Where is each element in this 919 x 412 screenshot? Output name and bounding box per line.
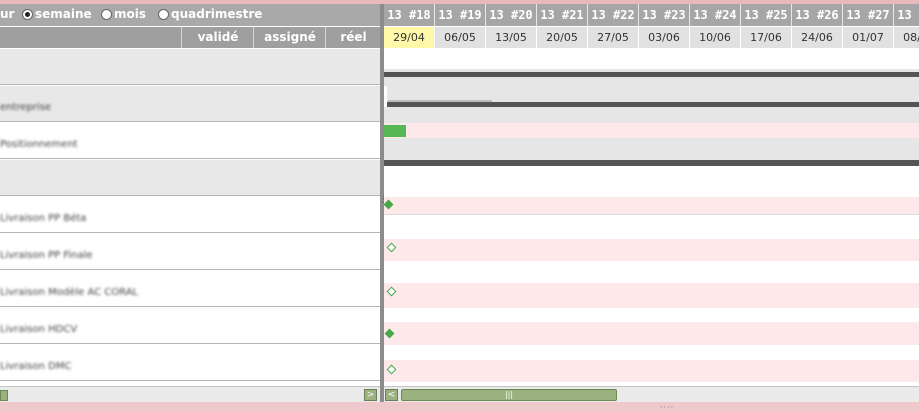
resize-handle-icon[interactable]: ···· — [660, 403, 674, 412]
week-label: 13 #19 — [435, 4, 486, 26]
gantt-row — [384, 234, 919, 271]
task-label: Positionnement — [0, 139, 78, 150]
radio-month[interactable] — [101, 8, 112, 20]
gantt-row — [384, 271, 919, 308]
radio-quadrimester[interactable] — [158, 8, 169, 20]
date-label: 10/06 — [690, 27, 741, 48]
week-label: 13 #27 — [843, 4, 894, 26]
left-scroll-thumb[interactable] — [0, 390, 8, 401]
task-row[interactable]: Livraison HDCV — [0, 308, 380, 344]
gantt-row — [384, 345, 919, 382]
date-label: 13/05 — [486, 27, 537, 48]
task-row[interactable]: entreprise — [0, 86, 380, 122]
gantt-row — [384, 197, 919, 235]
task-row[interactable]: Positionnement — [0, 123, 380, 159]
date-label: 03/06 — [639, 27, 690, 48]
date-label: 01/07 — [843, 27, 894, 48]
left-scroll-right-button[interactable]: > — [364, 389, 377, 401]
date-label: 24/06 — [792, 27, 843, 48]
summary-bar[interactable] — [384, 72, 919, 77]
task-row[interactable]: Livraison PP Béta — [0, 197, 380, 233]
task-row[interactable] — [0, 160, 380, 196]
gantt-row — [384, 308, 919, 345]
date-label: 20/05 — [537, 27, 588, 48]
task-bar[interactable] — [384, 125, 406, 137]
date-label: 27/05 — [588, 27, 639, 48]
week-label: 13 #24 — [690, 4, 741, 26]
date-label: 08/07 — [894, 27, 919, 48]
gantt-row — [384, 86, 919, 123]
week-label: 13 #20 — [486, 4, 537, 26]
task-row[interactable]: Livraison Modèle AC CORAL — [0, 271, 380, 307]
task-label: Livraison Modèle AC CORAL — [0, 287, 139, 298]
week-label: 13 #28 — [894, 4, 919, 26]
date-label-today: 29/04 — [384, 27, 435, 48]
left-horizontal-scrollbar[interactable]: > — [0, 386, 380, 402]
column-header-actual[interactable]: réel — [325, 27, 380, 48]
task-row[interactable]: Livraison DMC — [0, 345, 380, 381]
column-header-assigned[interactable]: assigné — [253, 27, 326, 48]
week-label: 13 #22 — [588, 4, 639, 26]
task-label: Livraison PP Béta — [0, 213, 87, 224]
week-label: 13 #26 — [792, 4, 843, 26]
week-label: 13 #18 — [384, 4, 435, 26]
week-label: 13 #23 — [639, 4, 690, 26]
week-label: 13 #25 — [741, 4, 792, 26]
date-label: 06/05 — [435, 27, 486, 48]
date-header: 29/04 06/05 13/05 20/05 27/05 03/06 10/0… — [384, 27, 919, 48]
gantt-row — [384, 123, 919, 160]
task-row[interactable] — [0, 49, 380, 85]
scale-option-quadrimester[interactable]: quadrimestre — [158, 7, 262, 21]
week-label: 13 #21 — [537, 4, 588, 26]
scale-option-month[interactable]: mois — [101, 7, 146, 21]
task-list-pane: ur semaine mois quadrimestre validé assi… — [0, 4, 380, 402]
summary-bar[interactable] — [384, 160, 919, 166]
column-header-validated[interactable]: validé — [181, 27, 254, 48]
scale-option-week[interactable]: semaine — [22, 7, 92, 21]
scale-partial-label: ur — [0, 7, 15, 21]
gantt-row — [384, 49, 919, 86]
task-label: Livraison PP Finale — [0, 250, 93, 261]
gantt-horizontal-scrollbar[interactable]: < ||| — [384, 386, 919, 402]
gantt-row — [384, 160, 919, 197]
task-column-headers: validé assigné réel — [0, 27, 380, 48]
scale-selector: ur semaine mois quadrimestre — [0, 4, 380, 26]
task-label: Livraison DMC — [0, 361, 72, 372]
date-label: 17/06 — [741, 27, 792, 48]
gantt-scroll-left-button[interactable]: < — [385, 389, 398, 401]
week-header: 13 #18 13 #19 13 #20 13 #21 13 #22 13 #2… — [384, 4, 919, 26]
task-label: Livraison HDCV — [0, 324, 78, 335]
summary-bar[interactable] — [384, 102, 919, 107]
bottom-border — [0, 402, 919, 412]
task-label: entreprise — [0, 102, 52, 113]
task-row[interactable]: Livraison PP Finale — [0, 234, 380, 270]
gantt-scroll-thumb[interactable]: ||| — [401, 389, 617, 401]
gantt-grid — [384, 49, 919, 386]
gantt-pane: 13 #18 13 #19 13 #20 13 #21 13 #22 13 #2… — [384, 4, 919, 402]
radio-week[interactable] — [22, 8, 33, 20]
